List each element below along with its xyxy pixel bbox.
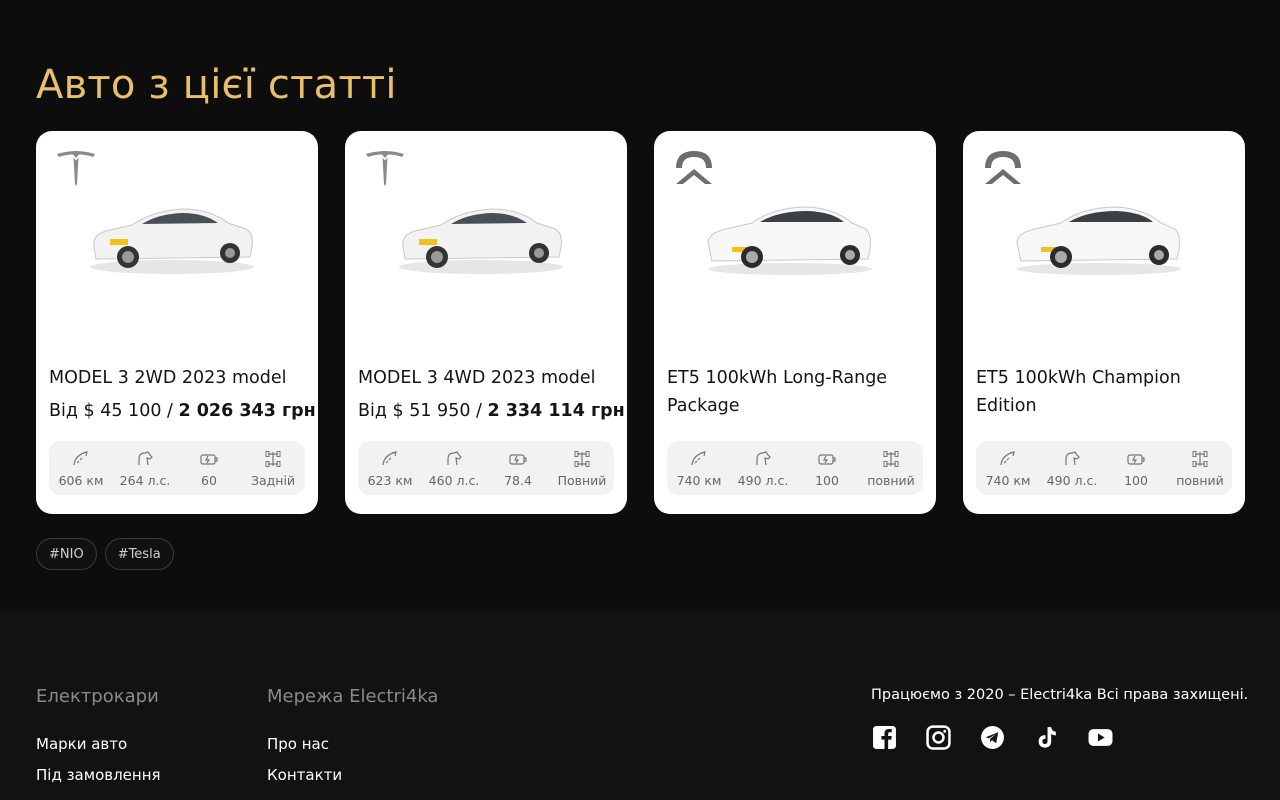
nio-logo-icon <box>676 151 712 184</box>
telegram-icon[interactable] <box>980 725 1005 750</box>
battery-icon <box>1127 453 1145 465</box>
facebook-icon[interactable] <box>872 725 897 750</box>
battery-icon <box>200 453 218 465</box>
car-name[interactable]: MODEL 3 2WD 2023 model <box>49 364 309 392</box>
car-card[interactable]: ET5 100kWh Champion Edition 740 км 490 л… <box>963 131 1245 514</box>
car-image <box>707 206 872 275</box>
article-cars-section: Авто з цієї статті MODEL 3 2WD 2023 mode… <box>0 0 1280 612</box>
spec-power: 490 л.с. <box>1041 449 1103 488</box>
spec-range: 606 км <box>50 449 112 488</box>
spec-drive: Повний <box>551 449 613 488</box>
spec-drive: повний <box>860 449 922 488</box>
section-title: Авто з цієї статті <box>36 62 397 108</box>
spec-power: 460 л.с. <box>423 449 485 488</box>
youtube-icon[interactable] <box>1088 725 1113 750</box>
footer-column-network: Мережа Electri4ka Про нас Контакти <box>267 686 438 791</box>
range-icon <box>382 450 397 465</box>
spec-battery: 60 <box>178 449 240 488</box>
footer-heading: Мережа Electri4ka <box>267 686 439 707</box>
range-icon <box>1000 450 1015 465</box>
horse-power-icon <box>756 450 771 465</box>
cars-list: MODEL 3 2WD 2023 model Від $ 45 100 / 2 … <box>36 131 1245 514</box>
tesla-logo-icon <box>57 151 95 186</box>
tag-list: #NIO #Tesla <box>36 538 174 570</box>
footer-link-about[interactable]: Про нас <box>267 729 438 760</box>
spec-battery: 100 <box>796 449 858 488</box>
footer-link-brands[interactable]: Марки авто <box>36 729 161 760</box>
drivetrain-icon <box>1192 450 1208 467</box>
spec-battery: 100 <box>1105 449 1167 488</box>
spec-battery: 78.4 <box>487 449 549 488</box>
drivetrain-icon <box>883 450 899 467</box>
battery-icon <box>509 453 527 465</box>
range-icon <box>691 450 706 465</box>
footer-link-contacts[interactable]: Контакти <box>267 760 438 791</box>
spec-power: 490 л.с. <box>732 449 794 488</box>
spec-range: 623 км <box>359 449 421 488</box>
copyright-text: Працюємо з 2020 – Electri4ka Всі права з… <box>871 687 1249 703</box>
car-name[interactable]: MODEL 3 4WD 2023 model <box>358 364 618 392</box>
social-links <box>872 725 1113 750</box>
horse-power-icon <box>138 450 153 465</box>
car-specs: 606 км 264 л.с. 60 Задній <box>49 441 305 495</box>
tag-nio[interactable]: #NIO <box>36 538 97 570</box>
car-card[interactable]: MODEL 3 4WD 2023 model Від $ 51 950 / 2 … <box>345 131 627 514</box>
price-usd: Від $ 51 950 / <box>358 401 488 421</box>
footer-link-order[interactable]: Під замовлення <box>36 760 161 791</box>
car-name[interactable]: ET5 100kWh Champion Edition <box>976 364 1236 420</box>
price-usd: Від $ 45 100 / <box>49 401 179 421</box>
car-specs: 740 км 490 л.с. 100 повний <box>667 441 923 495</box>
tiktok-icon[interactable] <box>1034 725 1059 750</box>
car-specs: 740 км 490 л.с. 100 повний <box>976 441 1232 495</box>
tesla-logo-icon <box>366 151 404 186</box>
spec-drive: повний <box>1169 449 1231 488</box>
spec-range: 740 км <box>977 449 1039 488</box>
car-price: Від $ 45 100 / 2 026 343 грн <box>49 401 316 421</box>
car-image <box>90 208 254 274</box>
battery-icon <box>818 453 836 465</box>
spec-drive: Задній <box>242 449 304 488</box>
car-specs: 623 км 460 л.с. 78.4 Повний <box>358 441 614 495</box>
range-icon <box>73 450 88 465</box>
drivetrain-icon <box>265 450 281 467</box>
footer-heading: Електрокари <box>36 686 159 707</box>
nio-logo-icon <box>985 151 1021 184</box>
spec-range: 740 км <box>668 449 730 488</box>
car-image <box>1016 206 1181 275</box>
drivetrain-icon <box>574 450 590 467</box>
price-uah: 2 334 114 грн <box>487 401 625 421</box>
car-price: Від $ 51 950 / 2 334 114 грн <box>358 401 625 421</box>
tag-tesla[interactable]: #Tesla <box>104 538 174 570</box>
price-uah: 2 026 343 грн <box>178 401 316 421</box>
car-card[interactable]: ET5 100kWh Long-Range Package 740 км 490… <box>654 131 936 514</box>
horse-power-icon <box>447 450 462 465</box>
spec-power: 264 л.с. <box>114 449 176 488</box>
car-card[interactable]: MODEL 3 2WD 2023 model Від $ 45 100 / 2 … <box>36 131 318 514</box>
site-footer: Електрокари Марки авто Під замовлення Ме… <box>0 612 1280 800</box>
horse-power-icon <box>1065 450 1080 465</box>
instagram-icon[interactable] <box>926 725 951 750</box>
car-image <box>399 208 563 274</box>
footer-column-ev: Електрокари Марки авто Під замовлення <box>36 686 161 791</box>
car-name[interactable]: ET5 100kWh Long-Range Package <box>667 364 927 420</box>
